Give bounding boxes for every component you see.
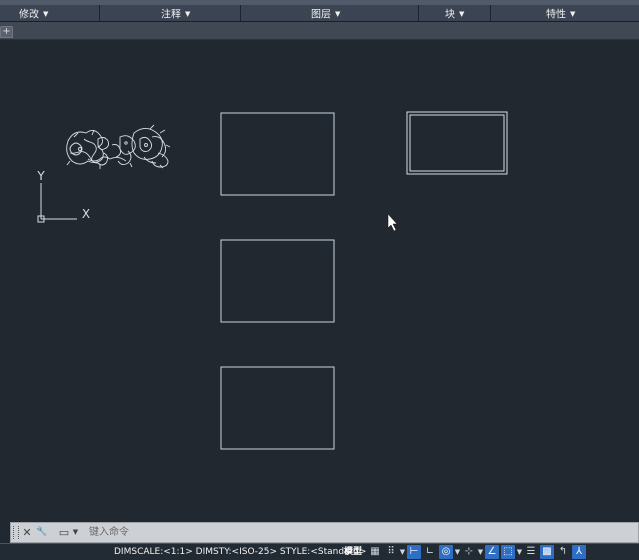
panel-block-title[interactable]: 块 ▼ [445,8,464,21]
annotation-scale-icon[interactable]: ⅄ [572,545,586,559]
polar-icon[interactable]: ◎ [439,545,453,559]
panel-properties-title[interactable]: 特性 ▼ [546,8,575,21]
double-frame-rectangle[interactable] [406,111,508,175]
selection-cycling-icon[interactable]: ↰ [556,545,570,559]
command-line: ✕ 🔧 ▭ ▼ [10,522,639,543]
grid-icon[interactable]: ▦ [368,545,382,559]
ucs-y-label: Y [36,169,45,183]
ortho-icon[interactable]: ∟ [423,545,437,559]
new-tab-button[interactable]: + [0,26,13,38]
panel-modify-title[interactable]: 修改 ▼ [19,8,48,21]
panel-divider [490,5,491,21]
rectangle-middle[interactable] [220,239,335,323]
ribbon-panel-bar: 修改 ▼ 注释 ▼ 图层 ▼ 块 ▼ 特性 ▼ [0,0,639,22]
ucs-x-label: X [82,207,90,221]
panel-divider [99,5,100,21]
osnap-icon[interactable]: ⊹ [462,545,476,559]
rectangle-bottom[interactable] [220,366,335,450]
chevron-down-icon[interactable]: ▼ [477,545,484,559]
panel-properties-label: 特性 [546,9,566,21]
panel-modify-label: 修改 [19,9,39,21]
snap-icon[interactable]: ⠿ [384,545,398,559]
customize-wrench-icon[interactable]: 🔧 [35,525,49,540]
chevron-down-icon[interactable]: ▼ [72,525,79,540]
transparency-icon[interactable]: ▩ [540,545,554,559]
status-variables-text: DIMSCALE:<1:1> DIMSTY:<ISO-25> STYLE:<St… [114,547,367,557]
dragon-ornament-block[interactable] [66,124,171,169]
ducs-icon[interactable]: ⬚ [501,545,515,559]
otrack-icon[interactable]: ∠ [485,545,499,559]
panel-annotate-title[interactable]: 注释 ▼ [161,8,190,21]
ribbon-top-edge [0,0,639,5]
drawing-canvas[interactable]: Y X [0,41,639,522]
panel-divider [418,5,419,21]
chevron-down-icon: ▼ [335,10,341,18]
chevron-down-icon: ▼ [43,10,49,18]
rectangle-top[interactable] [220,112,335,196]
chevron-down-icon: ▼ [185,10,191,18]
lineweight-icon[interactable]: ☰ [524,545,538,559]
drawing-svg[interactable]: Y X [0,41,639,522]
panel-divider [240,5,241,21]
chevron-down-icon[interactable]: ▼ [516,545,523,559]
file-tab-bar: + [0,22,639,40]
chevron-down-icon: ▼ [570,10,576,18]
chevron-down-icon[interactable]: ▼ [454,545,461,559]
chevron-down-icon: ▼ [459,10,465,18]
panel-block-label: 块 [445,9,455,21]
infer-icon[interactable]: ⊢ [407,545,421,559]
ucs-icon [37,183,77,223]
status-bar: DIMSCALE:<1:1> DIMSTY:<ISO-25> STYLE:<St… [0,543,639,560]
model-space-button[interactable]: 模型 [344,546,362,559]
panel-annotate-label: 注释 [161,9,181,21]
close-icon[interactable]: ✕ [21,525,33,540]
chevron-down-icon[interactable]: ▼ [399,545,406,559]
panel-layers-label: 图层 [311,9,331,21]
command-input[interactable] [89,525,629,540]
panel-layers-title[interactable]: 图层 ▼ [311,8,340,21]
command-line-grip[interactable] [13,526,19,539]
recent-commands-icon[interactable]: ▭ [55,525,73,540]
mouse-cursor-icon [387,213,398,232]
